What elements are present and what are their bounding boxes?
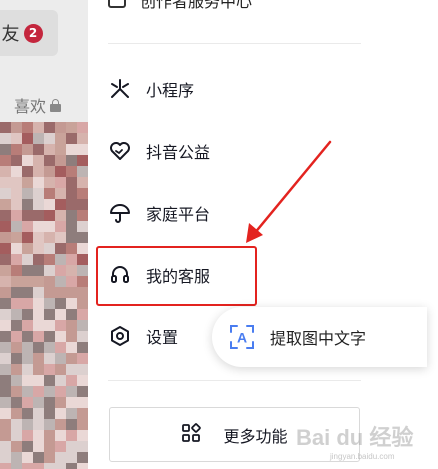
annotation-arrow [246,140,332,243]
baidu-watermark: Bai du 经验 [296,425,414,450]
baidu-watermark-url: jingyan.baidu.com [330,452,395,461]
